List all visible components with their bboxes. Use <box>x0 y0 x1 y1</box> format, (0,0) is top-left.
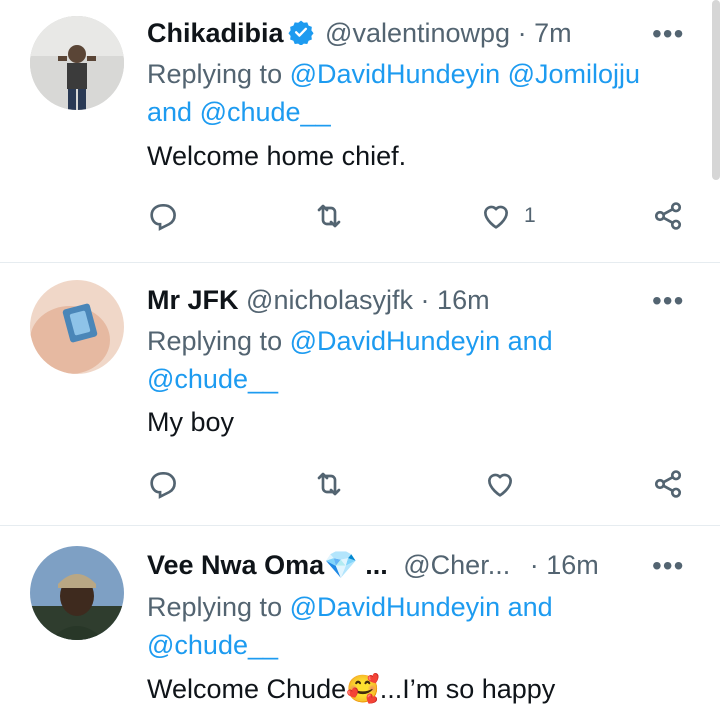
share-icon <box>654 470 682 498</box>
replying-to-label: Replying to <box>147 59 283 89</box>
handle[interactable]: @Cher... <box>403 550 510 580</box>
more-icon[interactable]: ••• <box>652 20 684 48</box>
replying-to: Replying to @DavidHundeyin @Jomilojju an… <box>147 55 687 131</box>
like-button[interactable]: 1 <box>480 200 536 232</box>
timestamp[interactable]: 7m <box>534 18 572 48</box>
like-count: 1 <box>524 204 536 227</box>
reply-button[interactable] <box>147 468 179 500</box>
mention-chude[interactable]: @chude__ <box>200 97 331 127</box>
more-icon[interactable]: ••• <box>652 287 684 315</box>
retweet-icon <box>317 204 341 228</box>
mention-links[interactable]: @DavidHundeyin @Jomilojju <box>290 59 640 89</box>
display-name[interactable]: Mr JFK <box>147 285 239 315</box>
timestamp[interactable]: 16m <box>437 285 490 315</box>
separator-dot: · <box>420 285 430 315</box>
tweet-1[interactable]: Chikadibia @valentinowpg · 7m ••• Replyi… <box>0 0 720 262</box>
share-button[interactable] <box>652 200 684 232</box>
reply-button[interactable] <box>147 200 179 232</box>
avatar[interactable] <box>30 280 124 374</box>
share-icon <box>654 202 682 230</box>
verified-badge-icon <box>287 19 314 53</box>
reply-icon <box>150 472 176 499</box>
avatar[interactable] <box>30 546 124 640</box>
avatar[interactable] <box>30 16 124 110</box>
share-button[interactable] <box>652 468 684 500</box>
tweet-3[interactable]: Vee Nwa Oma💎 ... @Cher... · 16m ••• Repl… <box>0 526 720 713</box>
retweet-button[interactable] <box>312 200 346 232</box>
tweet-text: Welcome Chude🥰...I’m so happy <box>147 674 556 704</box>
tweet-header: Vee Nwa Oma💎 ... @Cher... · 16m <box>147 548 599 582</box>
like-icon <box>488 473 512 497</box>
tweet-header: Chikadibia @valentinowpg · 7m <box>147 16 572 53</box>
tweet-header: Mr JFK @nicholasyjfk · 16m <box>147 283 490 317</box>
separator-dot: · <box>529 550 539 580</box>
handle[interactable]: @valentinowpg <box>325 18 510 48</box>
replying-to: Replying to @DavidHundeyin and @chude__ <box>147 322 687 398</box>
replying-to: Replying to @DavidHundeyin and @chude__ <box>147 588 687 664</box>
replying-to-label: Replying to <box>147 592 283 622</box>
tweet-text: Welcome home chief. <box>147 141 407 171</box>
retweet-button[interactable] <box>312 468 346 500</box>
replying-to-label: Replying to <box>147 326 283 356</box>
handle[interactable]: @nicholasyjfk <box>246 285 413 315</box>
mention-chude[interactable]: @chude__ <box>147 630 278 660</box>
and-word: and <box>507 592 553 622</box>
separator-dot: · <box>517 18 527 48</box>
more-icon[interactable]: ••• <box>652 552 684 580</box>
action-bar <box>0 464 720 504</box>
mention-davidhundeyin[interactable]: @DavidHundeyin <box>290 326 501 356</box>
display-name[interactable]: Chikadibia <box>147 18 284 48</box>
and-word: and <box>147 97 193 127</box>
mention-chude[interactable]: @chude__ <box>147 364 278 394</box>
tweet-text: My boy <box>147 407 235 437</box>
timestamp[interactable]: 16m <box>546 550 599 580</box>
display-name[interactable]: Vee Nwa Oma💎 ... <box>147 550 388 580</box>
like-icon <box>484 205 508 229</box>
reply-icon <box>150 204 176 231</box>
mention-davidhundeyin[interactable]: @DavidHundeyin <box>290 592 501 622</box>
retweet-icon <box>317 472 341 496</box>
and-word: and <box>507 326 553 356</box>
tweet-2[interactable]: Mr JFK @nicholasyjfk · 16m ••• Replying … <box>0 263 720 525</box>
like-button[interactable] <box>484 468 516 500</box>
action-bar: 1 <box>0 196 720 236</box>
